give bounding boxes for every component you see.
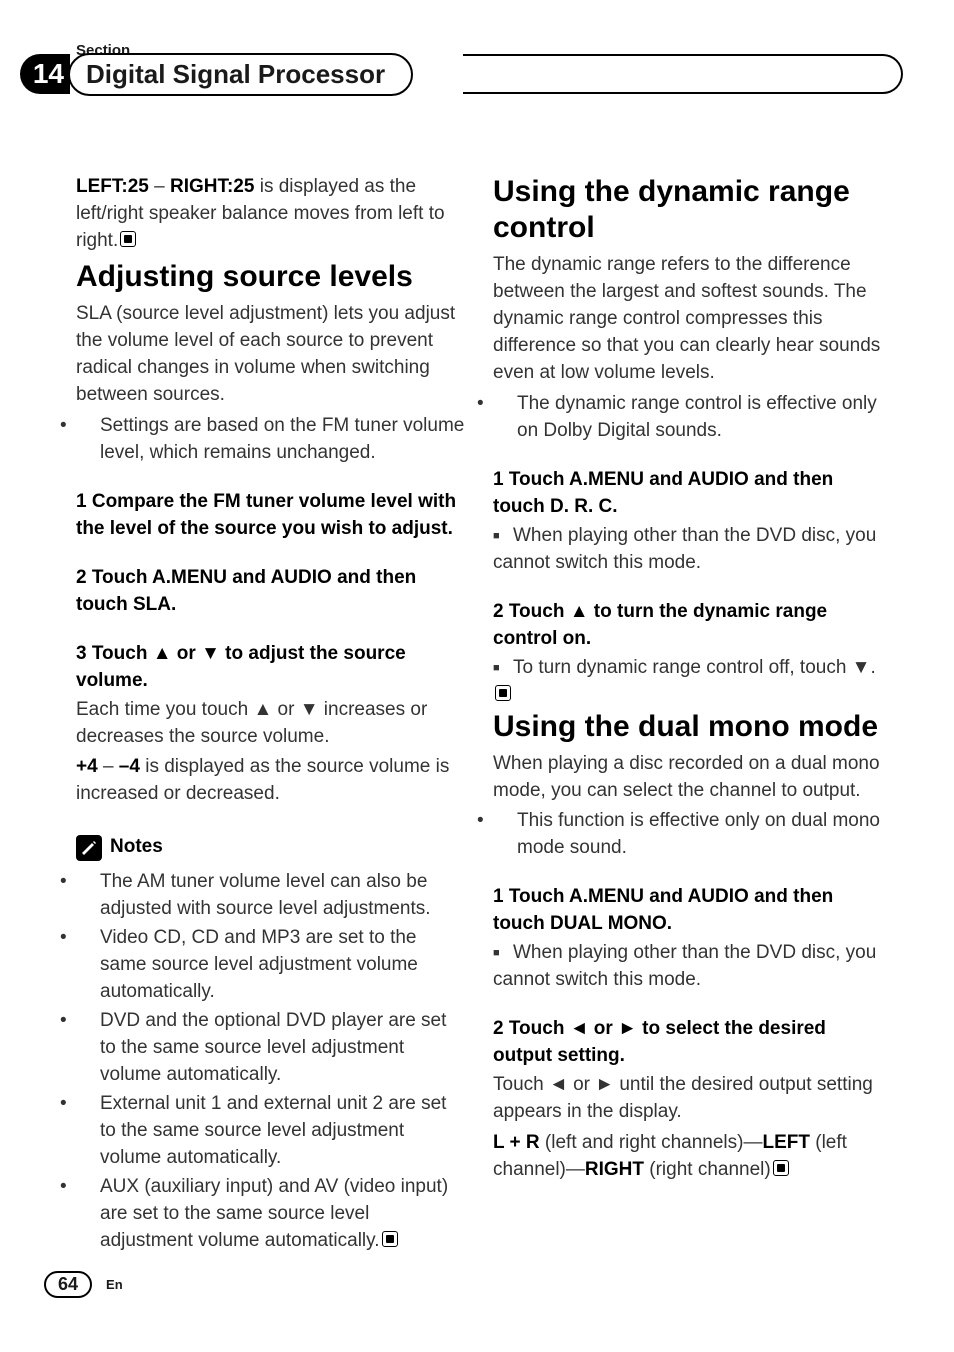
sla-step-3-body2: +4 – –4 is displayed as the source volum… xyxy=(76,754,465,808)
drc-step-1-sublist: When playing other than the DVD disc, yo… xyxy=(493,523,882,577)
sla-step-1-title: 1 Compare the FM tuner volume level with… xyxy=(76,489,465,543)
dm-bullet-list: This function is effective only on dual … xyxy=(493,808,882,862)
balance-intro-text: LEFT:25 – RIGHT:25 is displayed as the l… xyxy=(76,174,465,255)
notes-title: Notes xyxy=(110,834,163,861)
dm-step-1-sublist: When playing other than the DVD disc, yo… xyxy=(493,940,882,994)
drc-step-2-title: 2 Touch ▲ to turn the dynamic range cont… xyxy=(493,599,882,653)
drc-step-1-title: 1 Touch A.MENU and AUDIO and then touch … xyxy=(493,467,882,521)
list-item: To turn dynamic range control off, touch… xyxy=(493,655,882,709)
dm-step-1-title: 1 Touch A.MENU and AUDIO and then touch … xyxy=(493,884,882,938)
dm-step-2-title: 2 Touch ◄ or ► to select the desired out… xyxy=(493,1016,882,1070)
drc-intro-text: The dynamic range refers to the differen… xyxy=(493,252,882,387)
sla-step-2-title: 2 Touch A.MENU and AUDIO and then touch … xyxy=(76,565,465,619)
list-item: The AM tuner volume level can also be ad… xyxy=(76,869,465,923)
drc-step-2-sublist: To turn dynamic range control off, touch… xyxy=(493,655,882,709)
sla-step-3-title: 3 Touch ▲ or ▼ to adjust the source volu… xyxy=(76,641,465,695)
page-footer: 64 En xyxy=(44,1271,123,1298)
end-mark-icon xyxy=(773,1160,789,1176)
list-item: Video CD, CD and MP3 are set to the same… xyxy=(76,925,465,1006)
right-column: Using the dynamic range control The dyna… xyxy=(493,174,882,1257)
list-item: When playing other than the DVD disc, yo… xyxy=(493,940,882,994)
end-mark-icon xyxy=(495,685,511,701)
list-item: AUX (auxiliary input) and AV (video inpu… xyxy=(76,1174,465,1255)
section-header: 14 Digital Signal Processor xyxy=(20,52,903,96)
list-item: This function is effective only on dual … xyxy=(493,808,882,862)
page-language: En xyxy=(106,1277,123,1292)
notes-icon xyxy=(76,835,102,861)
left-column: LEFT:25 – RIGHT:25 is displayed as the l… xyxy=(76,174,465,1257)
sla-intro-text: SLA (source level adjustment) lets you a… xyxy=(76,301,465,409)
list-item: The dynamic range control is effective o… xyxy=(493,391,882,445)
heading-adjusting-source-levels: Adjusting source levels xyxy=(76,259,465,295)
section-number: 14 xyxy=(20,54,70,94)
end-mark-icon xyxy=(120,231,136,247)
heading-dynamic-range: Using the dynamic range control xyxy=(493,174,882,246)
sla-bullet-list: Settings are based on the FM tuner volum… xyxy=(76,413,465,467)
dm-step-2-body2: L + R (left and right channels)—LEFT (le… xyxy=(493,1130,882,1184)
page-number: 64 xyxy=(44,1271,92,1298)
list-item: External unit 1 and external unit 2 are … xyxy=(76,1091,465,1172)
header-spacer xyxy=(463,54,903,94)
chapter-title: Digital Signal Processor xyxy=(68,53,413,96)
dm-step-2-body: Touch ◄ or ► until the desired output se… xyxy=(493,1072,882,1126)
notes-box: Notes The AM tuner volume level can also… xyxy=(76,834,465,1255)
notes-list: The AM tuner volume level can also be ad… xyxy=(76,869,465,1255)
content-area: LEFT:25 – RIGHT:25 is displayed as the l… xyxy=(76,174,882,1257)
list-item: Settings are based on the FM tuner volum… xyxy=(76,413,465,467)
list-item: DVD and the optional DVD player are set … xyxy=(76,1008,465,1089)
sla-step-3-body: Each time you touch ▲ or ▼ increases or … xyxy=(76,697,465,751)
drc-bullet-list: The dynamic range control is effective o… xyxy=(493,391,882,445)
end-mark-icon xyxy=(382,1231,398,1247)
heading-dual-mono: Using the dual mono mode xyxy=(493,709,882,745)
list-item: When playing other than the DVD disc, yo… xyxy=(493,523,882,577)
dm-intro-text: When playing a disc recorded on a dual m… xyxy=(493,751,882,805)
